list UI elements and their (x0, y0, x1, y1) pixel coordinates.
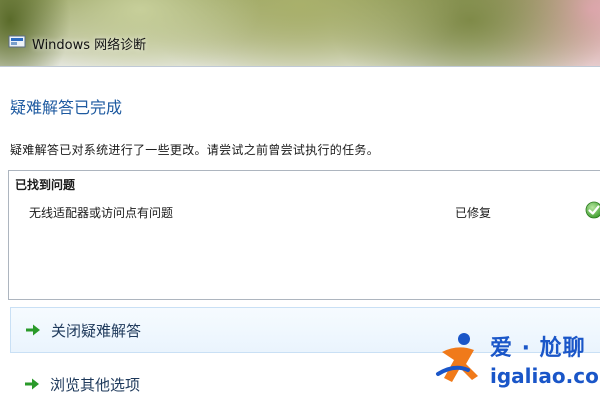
problem-status: 已修复 (455, 206, 492, 220)
divider (0, 66, 600, 67)
browse-options-label: 浏览其他选项 (50, 375, 141, 394)
problem-name: 无线适配器或访问点有问题 (29, 206, 174, 220)
results-header: 已找到问题 (15, 178, 76, 192)
green-arrow-icon (26, 324, 40, 336)
page-heading: 疑难解答已完成 (10, 98, 123, 117)
watermark-brand: 爱 · 尬聊 (490, 336, 586, 361)
check-icon (585, 201, 600, 219)
watermark-url: igaliao.com (490, 364, 600, 388)
description-text: 疑难解答已对系统进行了一些更改。请尝试之前曾尝试执行的任务。 (10, 143, 380, 157)
problem-row: 无线适配器或访问点有问题 已修复 (9, 197, 600, 221)
title-bar: Windows 网络诊断 (0, 0, 600, 66)
network-diagnostics-icon (8, 35, 26, 48)
window-title: Windows 网络诊断 (32, 38, 147, 53)
results-panel: 已找到问题 无线适配器或访问点有问题 已修复 (8, 170, 600, 300)
close-troubleshooting-label: 关闭疑难解答 (51, 321, 142, 340)
running-person-logo-icon (436, 333, 478, 382)
green-arrow-icon (25, 378, 39, 390)
watermark: 爱 · 尬聊 igaliao.com (432, 326, 600, 400)
